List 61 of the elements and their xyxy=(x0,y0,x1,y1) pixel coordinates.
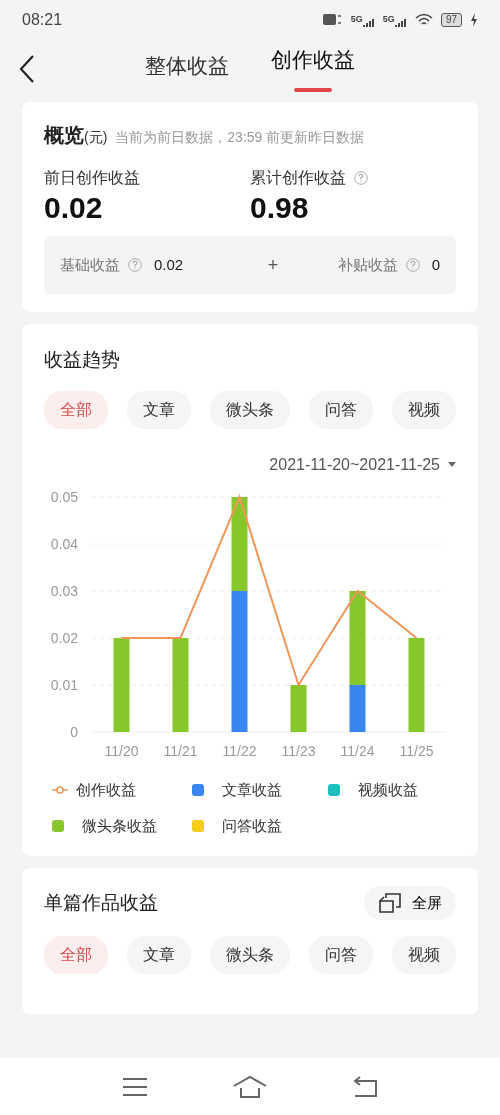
filter-chip[interactable]: 全部 xyxy=(44,936,108,974)
charging-icon xyxy=(470,13,478,27)
data-note: 当前为前日数据，23:59 前更新昨日数据 xyxy=(115,128,365,147)
breakdown-label: 基础收益 xyxy=(60,254,120,275)
signal-icon xyxy=(394,16,407,27)
stat-value: 0.02 xyxy=(44,190,104,226)
hd-icon xyxy=(322,13,343,27)
fullscreen-button[interactable]: 全屏 xyxy=(364,885,456,920)
caret-icon xyxy=(448,461,456,468)
legend-label: 微头条收益 xyxy=(82,816,157,836)
breakdown-label: 补贴收益 xyxy=(337,254,398,275)
axis-tick-label: 0.02 xyxy=(50,629,78,646)
filter-chip[interactable]: 视频 xyxy=(392,936,456,974)
tab-underline xyxy=(294,87,332,92)
back-icon[interactable] xyxy=(18,54,36,84)
battery-level: 97 xyxy=(440,13,462,27)
legend-label: 视频收益 xyxy=(358,779,418,800)
section-title: 单篇作品收益 xyxy=(44,890,158,915)
header-tab[interactable]: 创作收益 xyxy=(271,44,355,88)
legend-label: 创作收益 xyxy=(76,779,136,800)
axis-tick-label: 0.05 xyxy=(50,488,78,505)
wifi-icon xyxy=(414,13,433,27)
axis-tick-label: 11/22 xyxy=(222,742,257,759)
status-time: 08:21 xyxy=(22,10,63,30)
breakdown-value: 0 xyxy=(431,254,440,275)
breakdown-value: 0.02 xyxy=(154,254,184,275)
axis-tick-label: 11/23 xyxy=(281,742,316,759)
filter-chip[interactable]: 文章 xyxy=(127,936,191,974)
signal-icon xyxy=(362,16,375,27)
menu-icon[interactable] xyxy=(122,1076,148,1097)
stat-value: 0.98 xyxy=(250,190,310,226)
fullscreen-icon xyxy=(378,891,402,914)
network-label: 5G xyxy=(350,13,363,27)
axis-tick-label: 0 xyxy=(70,723,78,740)
section-title: 概览 xyxy=(44,123,84,148)
stat-label: 累计创作收益 xyxy=(250,168,346,188)
legend-line-icon xyxy=(52,785,68,794)
filter-chip[interactable]: 问答 xyxy=(309,936,373,974)
section-title: 收益趋势 xyxy=(44,348,121,372)
axis-tick-label: 11/20 xyxy=(104,742,139,759)
header-tab[interactable]: 整体收益 xyxy=(145,44,229,88)
filter-chip[interactable]: 问答 xyxy=(309,390,373,429)
stat-label: 前日创作收益 xyxy=(44,168,140,188)
filter-chip[interactable]: 文章 xyxy=(127,390,191,429)
legend-label: 问答收益 xyxy=(222,816,282,836)
axis-tick-label: 0.03 xyxy=(50,582,78,599)
axis-tick-label: 0.01 xyxy=(50,676,78,693)
axis-tick-label: 11/25 xyxy=(399,742,434,759)
axis-tick-label: 11/21 xyxy=(163,742,198,759)
plus-sign: + xyxy=(267,253,280,277)
bar xyxy=(290,684,307,732)
home-icon[interactable] xyxy=(232,1074,268,1099)
filter-chip[interactable]: 微头条 xyxy=(210,936,290,974)
axis-tick-label: 11/24 xyxy=(340,742,375,759)
axis-tick-label: 0.04 xyxy=(50,535,78,552)
filter-chip[interactable]: 视频 xyxy=(392,390,456,429)
unit-label: (元) xyxy=(84,129,108,147)
filter-chip[interactable]: 微头条 xyxy=(210,390,290,429)
network-label: 5G xyxy=(382,13,395,27)
legend-label: 文章收益 xyxy=(222,779,282,800)
filter-chip[interactable]: 全部 xyxy=(44,390,108,429)
